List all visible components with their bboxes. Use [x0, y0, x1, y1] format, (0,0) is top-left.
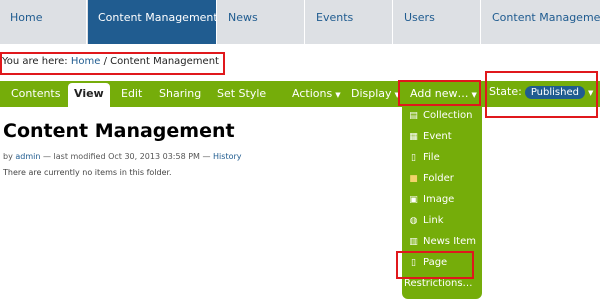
state-badge: Published	[524, 86, 585, 99]
file-icon: ▯	[411, 153, 416, 163]
menu-item-label: Collection	[423, 110, 473, 121]
content-edit-bar: Contents View Edit Sharing Set Style Act…	[0, 81, 600, 107]
menu-item-page[interactable]: ▯ Page	[402, 252, 482, 273]
nav-tab-home[interactable]: Home	[0, 0, 87, 44]
tab-edit[interactable]: Edit	[121, 87, 142, 100]
menu-item-collection[interactable]: ▤ Collection	[402, 105, 482, 126]
display-menu-button[interactable]: Display ▼	[351, 87, 400, 100]
add-new-dropdown: ▤ Collection ▦ Event ▯ File ■ Folder ▣ Image …	[402, 104, 482, 299]
nav-tab-content-management[interactable]: Content Management	[88, 0, 217, 44]
menu-item-restrictions[interactable]: Restrictions…	[402, 273, 482, 294]
menu-item-label: News Item	[423, 236, 476, 247]
menu-item-label: Page	[423, 257, 448, 268]
actions-menu-button[interactable]: Actions ▼	[292, 87, 341, 100]
empty-folder-message: There are currently no items in this fol…	[3, 168, 172, 177]
menu-item-label: Link	[423, 215, 444, 226]
menu-item-event[interactable]: ▦ Event	[402, 126, 482, 147]
document-byline: by admin — last modified Oct 30, 2013 03…	[3, 152, 242, 161]
chevron-down-icon: ▼	[471, 91, 477, 99]
author-link[interactable]: admin	[15, 152, 40, 161]
add-new-menu-button[interactable]: Add new… ▼	[410, 87, 477, 100]
menu-item-label: Folder	[423, 173, 454, 184]
menu-item-link[interactable]: ◍ Link	[402, 210, 482, 231]
news-item-icon: ▥	[409, 237, 418, 247]
breadcrumb-home-link[interactable]: Home	[71, 56, 101, 67]
breadcrumb-separator: /	[103, 56, 107, 67]
menu-item-image[interactable]: ▣ Image	[402, 189, 482, 210]
history-link[interactable]: History	[213, 152, 241, 161]
menu-item-label: Restrictions…	[404, 278, 473, 289]
nav-tab-events[interactable]: Events	[306, 0, 393, 44]
page-title: Content Management	[3, 120, 235, 142]
page-icon: ▯	[411, 258, 416, 268]
chevron-down-icon: ▼	[587, 89, 594, 97]
state-menu-button[interactable]: State: Published ▼	[489, 85, 593, 99]
link-icon: ◍	[409, 216, 418, 226]
add-new-label: Add new…	[410, 87, 469, 100]
breadcrumb: You are here: Home / Content Management	[2, 56, 219, 67]
breadcrumb-current: Content Management	[110, 56, 219, 67]
tab-set-style[interactable]: Set Style	[217, 87, 266, 100]
actions-label: Actions	[292, 87, 333, 100]
breadcrumb-prefix: You are here:	[2, 56, 68, 67]
menu-item-label: File	[423, 152, 440, 163]
nav-tab-users[interactable]: Users	[394, 0, 481, 44]
menu-item-folder[interactable]: ■ Folder	[402, 168, 482, 189]
tab-view[interactable]: View	[68, 83, 110, 107]
nav-tab-news[interactable]: News	[218, 0, 305, 44]
portal-top-nav: Home Content Management News Events User…	[0, 0, 600, 44]
menu-item-label: Event	[423, 131, 452, 142]
collection-icon: ▤	[409, 111, 418, 121]
nav-tab-content-management-2[interactable]: Content Management	[482, 0, 600, 44]
display-label: Display	[351, 87, 392, 100]
folder-icon: ■	[409, 174, 418, 184]
chevron-down-icon: ▼	[394, 91, 400, 99]
tab-sharing[interactable]: Sharing	[159, 87, 201, 100]
menu-item-label: Image	[423, 194, 455, 205]
byline-prefix: by	[3, 152, 13, 161]
tab-contents[interactable]: Contents	[11, 87, 60, 100]
event-icon: ▦	[409, 132, 418, 142]
chevron-down-icon: ▼	[335, 91, 341, 99]
image-icon: ▣	[409, 195, 418, 205]
menu-item-file[interactable]: ▯ File	[402, 147, 482, 168]
menu-item-news-item[interactable]: ▥ News Item	[402, 231, 482, 252]
modified-text: — last modified Oct 30, 2013 03:58 PM —	[42, 152, 211, 161]
state-label: State:	[489, 85, 522, 98]
